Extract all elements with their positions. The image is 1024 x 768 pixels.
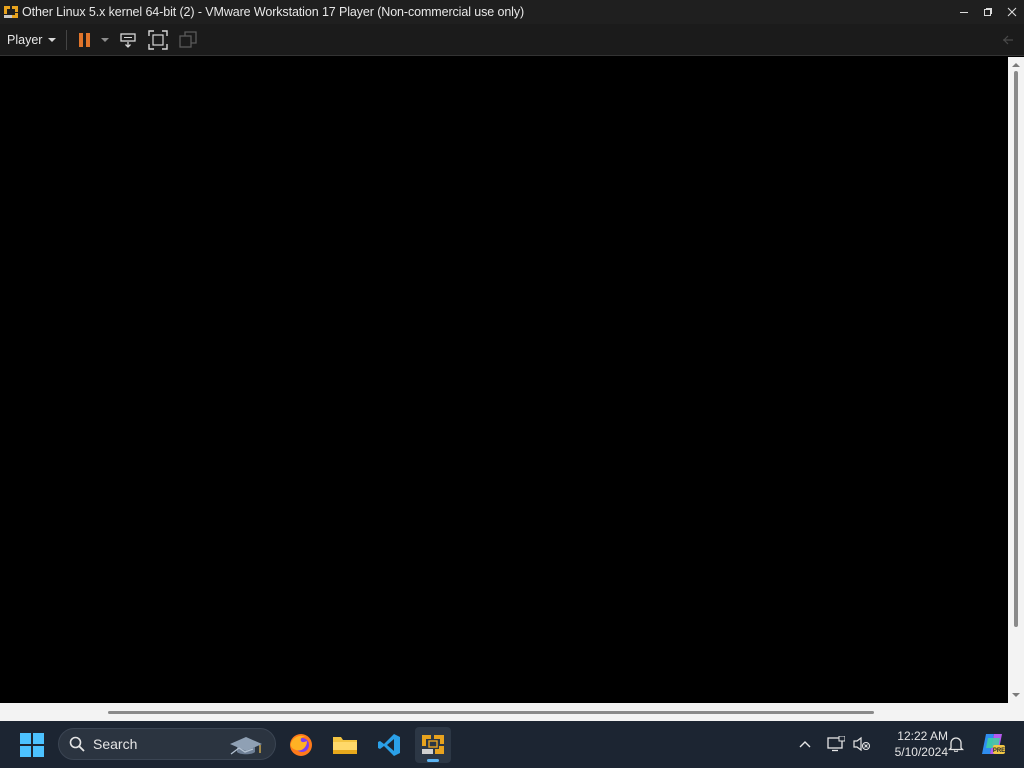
tray-volume-button[interactable] (851, 733, 873, 755)
tray-display-button[interactable] (825, 733, 847, 755)
full-screen-button[interactable] (143, 26, 173, 54)
chevron-up-icon (799, 741, 811, 748)
close-icon (1007, 7, 1017, 17)
player-menu-button[interactable]: Player (0, 26, 62, 54)
start-button[interactable] (16, 729, 48, 761)
window-title: Other Linux 5.x kernel 64-bit (2) - VMwa… (22, 5, 525, 19)
horizontal-scroll-thumb[interactable] (108, 711, 874, 714)
pause-dropdown-button[interactable] (97, 26, 113, 54)
minimize-icon (960, 12, 968, 13)
taskbar-clock[interactable]: 12:22 AM 5/10/2024 (880, 728, 948, 760)
restore-button[interactable] (976, 0, 1000, 24)
vscode-icon (378, 734, 400, 756)
taskbar-app-vscode[interactable] (371, 727, 407, 763)
svg-text:PRE: PRE (993, 748, 1005, 754)
send-ctrl-alt-del-button[interactable] (113, 26, 143, 54)
vertical-scroll-thumb[interactable] (1014, 71, 1018, 627)
search-icon (69, 736, 85, 752)
taskbar-search-box[interactable]: Search (58, 728, 276, 760)
graduation-cap-icon (230, 737, 262, 755)
vmware-player-icon (422, 735, 444, 754)
windows-taskbar: Search 12:22 AM 5/10/2024 PRE (0, 721, 1024, 768)
pause-icon (79, 32, 91, 47)
vertical-scrollbar[interactable] (1008, 57, 1024, 703)
volume-muted-icon (853, 736, 871, 752)
notification-bell-icon (948, 737, 964, 752)
chevron-down-icon (101, 37, 110, 42)
send-ctrl-alt-del-icon (120, 32, 137, 48)
clock-time: 12:22 AM (897, 729, 948, 743)
minimize-button[interactable] (952, 0, 976, 24)
display-icon (827, 736, 845, 752)
collapse-toolbar-icon[interactable] (1000, 32, 1016, 48)
scroll-up-arrow-icon[interactable] (1008, 59, 1024, 71)
pause-button[interactable] (73, 26, 97, 54)
show-hidden-icons-button[interactable] (794, 733, 816, 755)
taskbar-app-firefox[interactable] (283, 727, 319, 763)
copilot-icon: PRE (982, 734, 1005, 754)
firefox-icon (290, 734, 312, 756)
notifications-button[interactable] (945, 733, 967, 755)
chevron-down-icon (48, 37, 57, 42)
unity-button[interactable] (173, 26, 203, 54)
vm-console-screen[interactable] (0, 57, 1007, 703)
unity-icon (179, 30, 198, 48)
active-app-indicator (427, 759, 439, 762)
player-menu-label: Player (7, 32, 43, 47)
toolbar-separator (66, 29, 68, 50)
search-placeholder: Search (93, 736, 138, 752)
clock-date: 5/10/2024 (894, 745, 948, 759)
vmware-app-icon (3, 4, 19, 20)
taskbar-app-file-explorer[interactable] (327, 727, 363, 763)
player-toolbar: Player (0, 24, 1024, 56)
windows-logo-icon (20, 733, 44, 757)
scroll-down-arrow-icon[interactable] (1008, 689, 1024, 701)
restore-icon (984, 8, 992, 16)
file-explorer-icon (333, 737, 357, 754)
copilot-button[interactable]: PRE (979, 730, 1007, 758)
taskbar-app-vmware-player[interactable] (415, 727, 451, 763)
window-titlebar[interactable]: Other Linux 5.x kernel 64-bit (2) - VMwa… (0, 0, 1024, 24)
full-screen-icon (148, 29, 169, 50)
close-button[interactable] (1000, 0, 1024, 24)
horizontal-scrollbar[interactable] (0, 703, 1024, 721)
